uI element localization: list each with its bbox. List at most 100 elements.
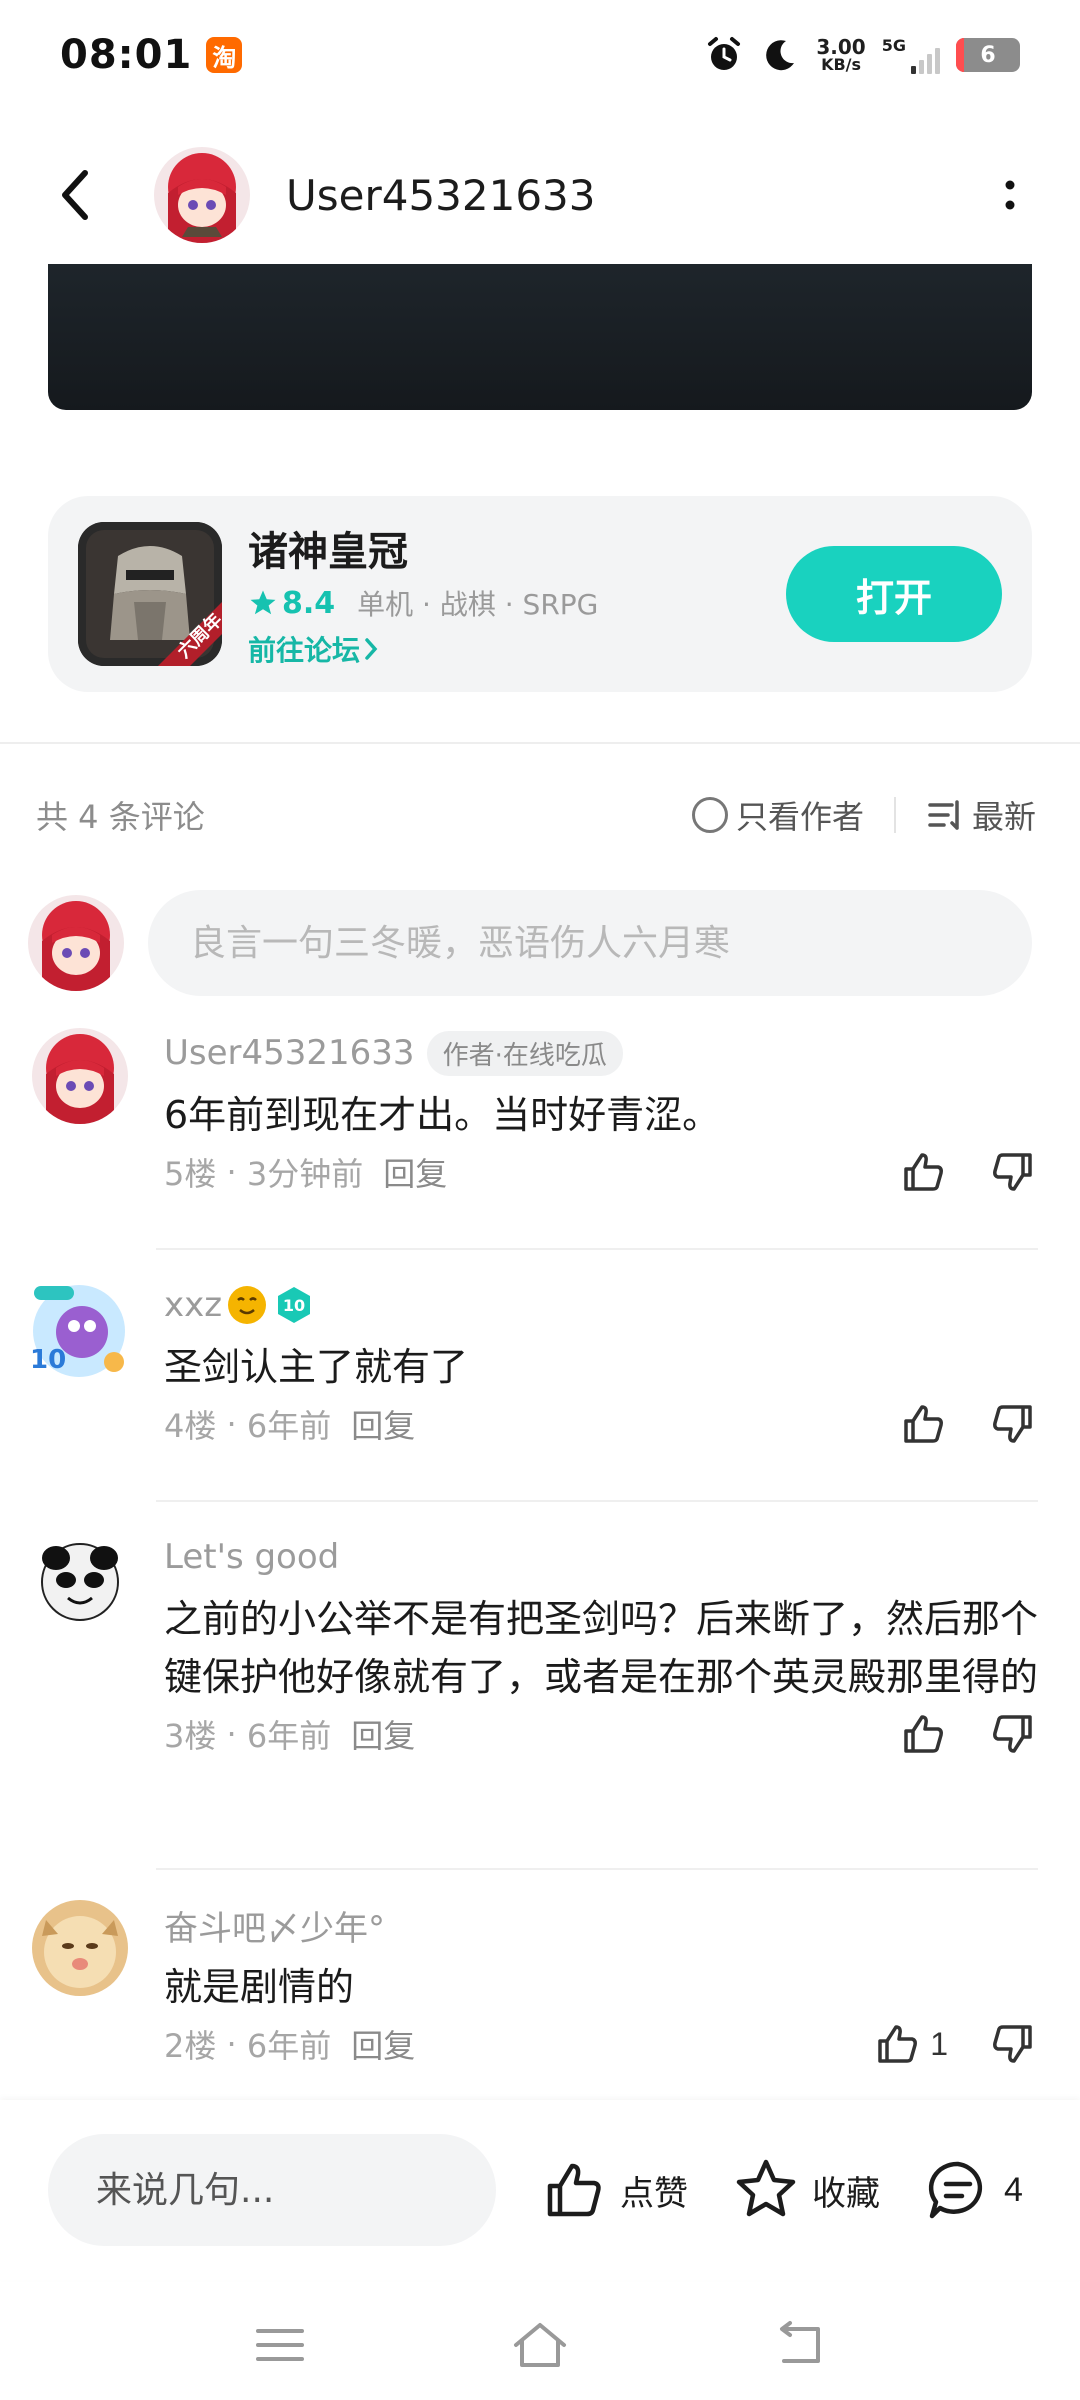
comment-item: 10 xxz 10 圣剑认主了就有了 4楼 · 6年前 回复	[24, 1276, 1038, 1502]
bottom-action-bar: 点赞 收藏 4	[0, 2100, 1080, 2280]
more-options-icon[interactable]	[980, 165, 1040, 225]
sort-latest[interactable]: 最新	[972, 792, 1036, 838]
game-rating: 8.4	[282, 585, 336, 621]
comment-text: 圣剑认主了就有了	[164, 1345, 469, 1389]
quick-comment-input[interactable]	[48, 2134, 496, 2246]
commenter-avatar[interactable]	[32, 1532, 128, 1628]
comment-text: 就是剧情的	[164, 1965, 355, 2009]
comment-floor: 2楼	[164, 2027, 217, 2065]
dislike-button[interactable]	[988, 1709, 1038, 1759]
sort-icon[interactable]	[926, 796, 964, 834]
comment-filters: 只看作者 最新	[691, 792, 1036, 838]
chevron-right-icon	[365, 638, 378, 660]
svg-text:10: 10	[283, 1296, 305, 1315]
taobao-icon: 淘	[206, 37, 243, 73]
comment-item: User45321633 作者·在线吃瓜 6年前到现在才出。当时好青涩。 5楼 …	[28, 1028, 1038, 1250]
dislike-button[interactable]	[988, 1399, 1038, 1449]
dislike-button[interactable]	[988, 1147, 1038, 1197]
author-only-toggle[interactable]: 只看作者	[736, 792, 864, 838]
thumbs-up-icon	[904, 1405, 943, 1443]
comment-body: Let's good 之前的小公举不是有把圣剑吗？后来断了，然后那个键保护他好像…	[164, 1532, 1038, 1762]
author-only-radio-icon[interactable]	[691, 797, 728, 833]
commenter-avatar[interactable]	[32, 1028, 128, 1124]
alarm-icon	[708, 37, 741, 70]
forum-link[interactable]: 前往论坛	[248, 629, 598, 669]
comment-name-row: 奋斗吧〆少年°	[164, 1900, 1038, 1950]
comment-time: 6年前	[246, 1407, 332, 1445]
thumbs-up-icon	[904, 1153, 943, 1191]
thumbs-up-icon	[547, 2163, 601, 2217]
game-card[interactable]: 六周年 诸神皇冠 8.4 单机 · 战棋 · SRPG 前往论坛 打开	[48, 496, 1032, 692]
like-button[interactable]	[898, 1147, 948, 1197]
game-info: 诸神皇冠 8.4 单机 · 战棋 · SRPG 前往论坛	[248, 519, 598, 669]
commenter-name[interactable]: xxz	[164, 1285, 222, 1325]
favorite-button[interactable]: 收藏	[732, 2156, 880, 2224]
thumbs-up-icon	[904, 1715, 943, 1753]
battery-icon: 6	[956, 38, 1020, 72]
commenter-avatar[interactable]: 10	[24, 1276, 134, 1386]
comments-button[interactable]: 4	[924, 2156, 1023, 2224]
comments-header: 共 4 条评论 只看作者 最新	[36, 780, 1036, 850]
thumbs-down-icon	[993, 2025, 1032, 2063]
like-button[interactable]: 1	[872, 2019, 948, 2069]
comment-body: 奋斗吧〆少年° 就是剧情的 2楼 · 6年前 回复 1	[164, 1900, 1038, 2072]
like-post-button[interactable]: 点赞	[540, 2156, 688, 2224]
reply-button[interactable]: 回复	[351, 1711, 415, 1757]
moon-icon	[766, 40, 795, 71]
thumbs-down-icon	[993, 1715, 1032, 1753]
thumbs-up-icon	[878, 2025, 918, 2063]
svg-text:10: 10	[30, 1345, 66, 1375]
like-button[interactable]	[898, 1399, 948, 1449]
reply-button[interactable]: 回复	[351, 1401, 415, 1447]
my-avatar	[28, 895, 124, 991]
like-count: 1	[930, 2025, 948, 2062]
comment-footer: 5楼 · 3分钟前 回复	[164, 1144, 1038, 1200]
emoji-badge-icon	[228, 1286, 267, 1324]
post-image[interactable]	[48, 264, 1032, 410]
comment-actions: 1	[872, 2019, 1038, 2069]
comment-name-row: Let's good	[164, 1532, 1038, 1582]
comment-time: 6年前	[246, 1717, 332, 1755]
commenter-avatar[interactable]	[32, 1900, 128, 1996]
game-icon[interactable]: 六周年	[78, 522, 222, 666]
comment-divider	[156, 1248, 1038, 1250]
comment-item: 奋斗吧〆少年° 就是剧情的 2楼 · 6年前 回复 1	[28, 1900, 1038, 2090]
reply-button[interactable]: 回复	[351, 2021, 415, 2067]
dislike-button[interactable]	[988, 2019, 1038, 2069]
level-badge-icon: 10	[278, 1287, 311, 1323]
system-nav-bar	[0, 2290, 1080, 2400]
back-nav-icon[interactable]	[770, 2315, 830, 2375]
comment-floor: 4楼	[164, 1407, 217, 1445]
commenter-name[interactable]: User45321633	[164, 1033, 415, 1073]
comment-text: 之前的小公举不是有把圣剑吗？后来断了，然后那个键保护他好像就有了，或者是在那个英…	[164, 1597, 1039, 1699]
back-icon[interactable]	[40, 160, 110, 230]
comment-name-row: User45321633 作者·在线吃瓜	[164, 1028, 1038, 1078]
author-name[interactable]: User45321633	[286, 171, 596, 220]
like-button[interactable]	[898, 1709, 948, 1759]
comment-text: 6年前到现在才出。当时好青涩。	[164, 1093, 721, 1137]
open-game-button[interactable]: 打开	[786, 546, 1002, 642]
post-header: User45321633	[0, 120, 1080, 270]
status-bar: 08:01 淘 3.00 KB/s 5G 6	[0, 0, 1080, 110]
section-divider	[0, 742, 1080, 744]
author-avatar[interactable]	[154, 147, 250, 243]
signal-icon: 5G	[882, 36, 940, 74]
comment-divider	[156, 1868, 1038, 1870]
reply-button[interactable]: 回复	[383, 1149, 447, 1195]
thumbs-down-icon	[993, 1405, 1032, 1443]
filter-separator	[893, 797, 896, 833]
comment-actions	[898, 1399, 1038, 1449]
comment-footer: 2楼 · 6年前 回复 1	[164, 2016, 1038, 2072]
comment-footer: 4楼 · 6年前 回复	[164, 1396, 1038, 1452]
comment-bubble-icon	[928, 2161, 983, 2219]
comment-floor: 3楼	[164, 1717, 217, 1755]
comment-count: 共 4 条评论	[36, 798, 205, 836]
home-icon[interactable]	[510, 2315, 570, 2375]
commenter-name[interactable]: 奋斗吧〆少年°	[164, 1901, 385, 1950]
comment-input[interactable]	[148, 890, 1032, 996]
game-title[interactable]: 诸神皇冠	[248, 519, 598, 577]
menu-icon[interactable]	[250, 2315, 310, 2375]
commenter-name[interactable]: Let's good	[164, 1537, 339, 1577]
game-meta: 8.4 单机 · 战棋 · SRPG	[248, 583, 598, 623]
comment-body: User45321633 作者·在线吃瓜 6年前到现在才出。当时好青涩。 5楼 …	[164, 1028, 1038, 1200]
